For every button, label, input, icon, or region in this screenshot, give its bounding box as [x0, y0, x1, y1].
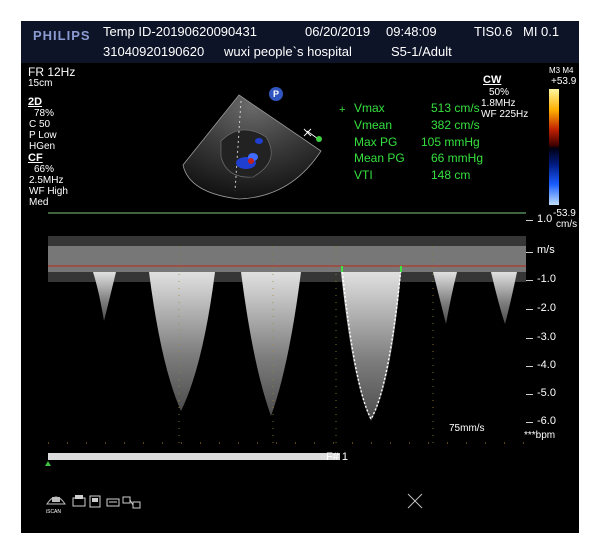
measurement-value: 382 cm/s: [431, 118, 480, 132]
gain-cf: 66%: [34, 164, 55, 175]
color-map-label: M3 M4: [549, 66, 574, 75]
measurement-label: Vmax: [354, 101, 385, 115]
scale-label: -3.0: [537, 331, 556, 343]
scale-tick: [526, 220, 533, 221]
cine-progress-bar[interactable]: [48, 453, 340, 460]
iscan-label: iSCAN: [46, 509, 62, 515]
heart-rate: ***bpm: [524, 430, 556, 441]
ultrasound-display: PHILIPS Temp ID-20190620090431 06/20/201…: [21, 21, 579, 533]
scale-tick: [526, 422, 533, 423]
power: P Low: [29, 130, 57, 141]
freq-cf: 2.5MHz: [29, 175, 64, 186]
scale-tick: [526, 252, 533, 253]
scale-tick: [526, 338, 533, 339]
scale-unit: m/s: [537, 244, 555, 256]
exam-time: 09:48:09: [386, 24, 437, 39]
sector-image: [182, 94, 322, 200]
scale-tick: [526, 394, 533, 395]
scale-label: -1.0: [537, 273, 556, 285]
hospital-name: wuxi people`s hospital: [224, 44, 352, 59]
sweep-speed: 75mm/s: [449, 423, 485, 434]
cw-gain: 50%: [489, 87, 510, 98]
measurement-value: 66 mmHg: [431, 151, 484, 165]
cine-start-marker: [45, 461, 51, 466]
cw-frequency: 1.8MHz: [481, 98, 516, 109]
measurement-label: Mean PG: [354, 151, 405, 165]
scale-tick: [526, 309, 533, 310]
cw-mode: CW: [483, 74, 502, 86]
network-icon[interactable]: [122, 495, 142, 511]
scale-label: -4.0: [537, 359, 556, 371]
mode-2d: 2D: [28, 96, 43, 108]
cw-wall-filter: WF 225Hz: [481, 109, 529, 120]
wall-filter: WF High: [29, 186, 68, 197]
color-scale-bar: [549, 89, 559, 205]
exam-number: 31040920190620: [103, 44, 205, 59]
scale-tick: [526, 366, 533, 367]
scale-label: -2.0: [537, 302, 556, 314]
exam-date: 06/20/2019: [305, 24, 371, 39]
resolution: HGen: [29, 141, 56, 152]
compress: C 50: [29, 119, 51, 130]
doppler-spectrum: [48, 212, 526, 446]
video-printer-icon[interactable]: [89, 493, 103, 509]
frame-number: F# 1: [326, 451, 349, 463]
printer-icon[interactable]: [71, 493, 87, 509]
storage-icon[interactable]: [105, 493, 121, 509]
patient-id: Temp ID-20190620090431: [103, 24, 257, 39]
scale-tick: [526, 280, 533, 281]
iscan-icon[interactable]: [45, 492, 67, 510]
measurement-label: VTI: [354, 168, 373, 182]
mode-cf: CF: [28, 152, 43, 164]
probe-orientation-icon: P: [269, 87, 283, 101]
measurement-value: 105 mmHg: [421, 135, 480, 149]
trackball-icon[interactable]: [406, 492, 424, 510]
measurement-value: 148 cm: [431, 168, 471, 182]
depth: 15cm: [28, 78, 53, 89]
cine-progress-fill: [48, 453, 335, 460]
tis-value: TIS0.6: [474, 24, 513, 39]
cursor-marker: +: [339, 104, 346, 116]
header-bar: PHILIPS Temp ID-20190620090431 06/20/201…: [21, 21, 579, 63]
measurement-label: Max PG: [354, 135, 398, 149]
measurement-value: 513 cm/s: [431, 101, 480, 115]
scale-label: -6.0: [537, 415, 556, 427]
brand-logo: PHILIPS: [33, 28, 91, 43]
scale-label: 1.0: [537, 213, 553, 225]
frame-rate: FR 12Hz: [28, 65, 76, 79]
mi-value: MI 0.1: [523, 24, 560, 39]
gain-2d: 78%: [34, 108, 55, 119]
measurement-label: Vmean: [354, 118, 393, 132]
color-max: +53.9: [551, 76, 577, 87]
scale-label: -5.0: [537, 387, 556, 399]
probe-preset: S5-1/Adult: [391, 44, 452, 59]
